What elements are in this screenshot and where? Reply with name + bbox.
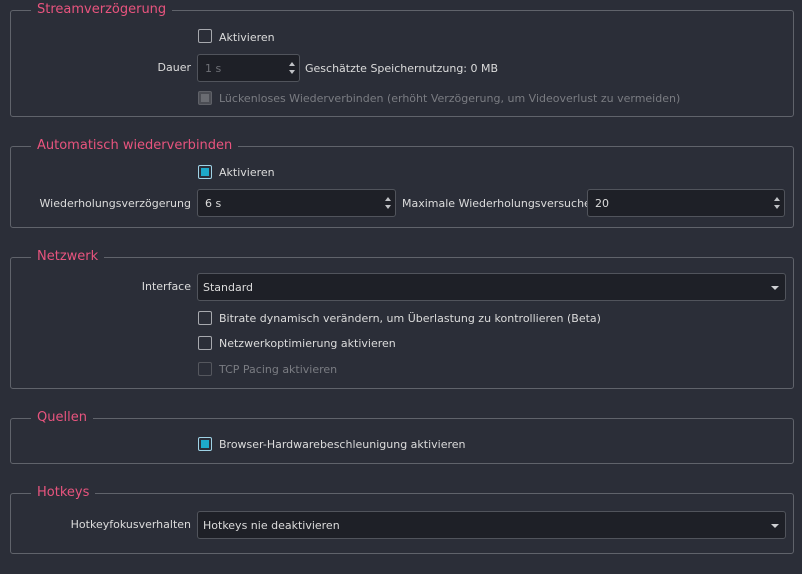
chevron-down-icon (771, 286, 779, 290)
net-optimization-checkbox[interactable] (198, 336, 212, 350)
stream-delay-group: Streamverzögerung Aktivieren Dauer 1 s G… (10, 2, 794, 117)
auto-reconnect-group: Automatisch wiederverbinden Aktivieren W… (10, 138, 794, 228)
stream-delay-enable-checkbox[interactable] (198, 29, 212, 43)
sources-group: Quellen Browser-Hardwarebeschleunigung a… (10, 410, 794, 464)
retry-delay-label: Wiederholungsverzögerung (39, 197, 191, 210)
spin-down-icon[interactable] (385, 205, 391, 209)
browser-hw-label: Browser-Hardwarebeschleunigung aktiviere… (219, 438, 466, 451)
dynamic-bitrate-label: Bitrate dynamisch verändern, um Überlast… (219, 312, 601, 325)
auto-reconnect-enable-checkbox[interactable] (198, 165, 212, 179)
interface-label: Interface (141, 280, 191, 293)
memory-usage-text: Geschätzte Speichernutzung: 0 MB (305, 62, 499, 75)
hotkey-focus-label: Hotkeyfokusverhalten (70, 518, 191, 531)
spin-up-icon[interactable] (774, 197, 780, 201)
preserve-label: Lückenloses Wiederverbinden (erhöht Verz… (219, 92, 681, 105)
auto-reconnect-enable-label: Aktivieren (219, 166, 275, 179)
duration-label: Dauer (157, 61, 191, 74)
spin-up-icon[interactable] (385, 197, 391, 201)
max-retries-value: 20 (595, 197, 609, 210)
stream-delay-title: Streamverzögerung (31, 2, 173, 18)
browser-hw-checkbox[interactable] (198, 437, 212, 451)
hotkeys-group: Hotkeys Hotkeyfokusverhalten Hotkeys nie… (10, 485, 794, 554)
dynamic-bitrate-checkbox[interactable] (198, 311, 212, 325)
duration-value: 1 s (205, 62, 222, 75)
network-title: Netzwerk (31, 249, 105, 265)
max-retries-spinbox[interactable]: 20 (587, 189, 785, 217)
tcp-pacing-label: TCP Pacing aktivieren (219, 363, 338, 376)
tcp-pacing-checkbox (198, 362, 212, 376)
spin-up-icon[interactable] (289, 62, 295, 66)
spin-down-icon[interactable] (774, 205, 780, 209)
max-retries-label: Maximale Wiederholungsversuche (402, 197, 591, 210)
interface-value: Standard (203, 281, 254, 294)
hotkey-focus-value: Hotkeys nie deaktivieren (203, 519, 340, 532)
preserve-checkbox (198, 91, 212, 105)
retry-delay-spinbox[interactable]: 6 s (197, 189, 396, 217)
hotkeys-title: Hotkeys (31, 485, 96, 501)
spin-down-icon[interactable] (289, 70, 295, 74)
net-optimization-label: Netzwerkoptimierung aktivieren (219, 337, 396, 350)
sources-title: Quellen (31, 410, 93, 426)
network-group: Netzwerk Interface Standard Bitrate dyna… (10, 249, 794, 389)
stream-delay-enable-label: Aktivieren (219, 31, 275, 44)
auto-reconnect-title: Automatisch wiederverbinden (31, 138, 239, 154)
interface-select[interactable]: Standard (197, 273, 786, 301)
chevron-down-icon (771, 524, 779, 528)
retry-delay-value: 6 s (205, 197, 222, 210)
duration-spinbox[interactable]: 1 s (197, 54, 300, 82)
hotkey-focus-select[interactable]: Hotkeys nie deaktivieren (197, 511, 786, 539)
